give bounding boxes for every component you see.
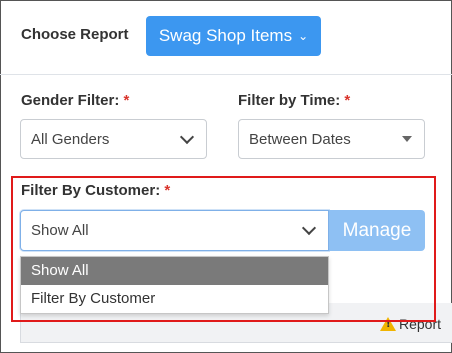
- gender-filter-select[interactable]: All Genders: [20, 119, 207, 159]
- time-filter-label-text: Filter by Time:: [238, 92, 341, 109]
- caret-down-icon: [402, 136, 412, 142]
- choose-report-label: Choose Report: [21, 26, 129, 43]
- highlight-annotation-box: [11, 176, 436, 322]
- gender-filter-value: All Genders: [31, 130, 110, 148]
- gender-filter-label-text: Gender Filter:: [21, 92, 120, 109]
- time-filter-label: Filter by Time: *: [238, 92, 350, 109]
- time-filter-value: Between Dates: [249, 130, 351, 148]
- chevron-down-icon: [179, 129, 195, 144]
- report-button-label: Swag Shop Items: [158, 26, 293, 45]
- gender-filter-label: Gender Filter: *: [21, 92, 129, 109]
- header-divider: [0, 74, 452, 75]
- required-marker: *: [123, 92, 130, 109]
- chevron-down-icon: ⌄: [298, 29, 309, 43]
- time-filter-select[interactable]: Between Dates: [238, 119, 425, 159]
- report-select-button[interactable]: Swag Shop Items ⌄: [146, 16, 321, 56]
- required-marker: *: [344, 92, 351, 109]
